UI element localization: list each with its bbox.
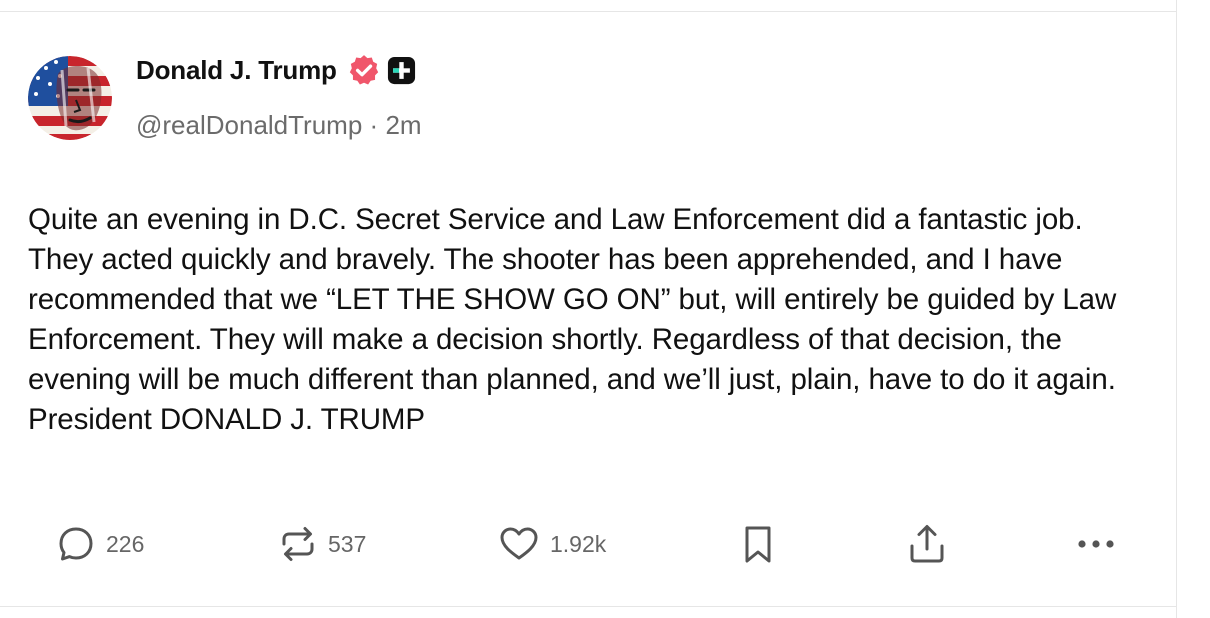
reply-icon [56, 524, 96, 564]
avatar[interactable] [28, 56, 112, 140]
post-time[interactable]: 2m [385, 110, 421, 140]
display-name[interactable]: Donald J. Trump [136, 55, 337, 86]
top-divider [0, 11, 1176, 12]
more-icon [1076, 538, 1116, 550]
meta-separator: · [369, 110, 379, 140]
share-button[interactable] [907, 521, 947, 567]
like-icon [498, 524, 540, 564]
like-button[interactable]: 1.92k [498, 521, 606, 567]
verified-badge-icon [347, 53, 381, 87]
repost-button[interactable]: 537 [278, 521, 366, 567]
reply-count: 226 [106, 530, 145, 557]
repost-count: 537 [328, 530, 367, 557]
post-card: Donald J. Trump @realDonaldTrump · 2m Qu… [0, 0, 1210, 618]
avatar-image [28, 56, 112, 140]
more-button[interactable] [1076, 521, 1116, 567]
share-icon [907, 522, 947, 566]
handle[interactable]: @realDonaldTrump [136, 110, 362, 140]
bookmark-icon [740, 523, 776, 565]
plus-badge-icon [386, 55, 417, 86]
right-divider [1176, 0, 1177, 618]
like-count: 1.92k [550, 530, 607, 557]
post-body: Quite an evening in D.C. Secret Service … [28, 203, 1117, 436]
bookmark-button[interactable] [740, 521, 776, 567]
author-row: Donald J. Trump [136, 50, 417, 90]
bottom-divider [0, 606, 1176, 607]
action-bar: 226 537 1.92k [0, 521, 1176, 567]
post-meta: @realDonaldTrump · 2m [136, 110, 422, 141]
reply-button[interactable]: 226 [56, 521, 144, 567]
repost-icon [278, 524, 318, 564]
